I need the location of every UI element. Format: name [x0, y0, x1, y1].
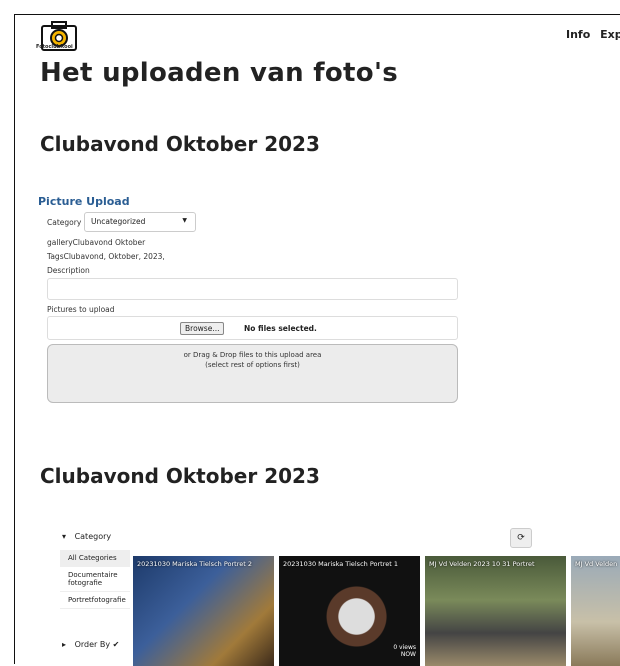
- thumb-caption: MJ Vd Velden: [575, 560, 618, 568]
- drop-zone[interactable]: or Drag & Drop files to this upload area…: [47, 344, 458, 403]
- caret-right-icon: ▸: [62, 640, 67, 649]
- thumb-views: 0 views NOW: [393, 644, 416, 658]
- chevron-down-icon: ▼: [182, 217, 187, 224]
- section-title-1: Clubavond Oktober 2023: [40, 132, 320, 156]
- logo-text: FotoclubRooi: [36, 44, 73, 50]
- description-input[interactable]: [47, 278, 458, 300]
- category-select[interactable]: Uncategorized ▼: [84, 212, 196, 232]
- order-by-toggle[interactable]: ▸ Order By ✔: [62, 640, 119, 649]
- gallery-thumb[interactable]: 20231030 Mariska Tielsch Portret 1 0 vie…: [279, 556, 420, 666]
- refresh-icon[interactable]: ⟳: [510, 528, 532, 548]
- nav-item-exp[interactable]: Exp: [600, 28, 620, 41]
- category-toggle[interactable]: ▾ Category: [62, 532, 111, 541]
- no-files-text: No files selected.: [244, 324, 317, 333]
- thumb-caption: 20231030 Mariska Tielsch Portret 2: [137, 560, 252, 568]
- order-by-label: Order By ✔: [74, 640, 120, 649]
- drop-line-2: (select rest of options first): [205, 361, 300, 369]
- category-documentaire[interactable]: Documentaire fotografie: [60, 567, 130, 592]
- category-value: Uncategorized: [91, 217, 146, 226]
- gallery-thumb[interactable]: 20231030 Mariska Tielsch Portret 2: [133, 556, 274, 666]
- description-label: Description: [47, 266, 90, 275]
- section-title-2: Clubavond Oktober 2023: [40, 464, 320, 488]
- drop-line-1: or Drag & Drop files to this upload area: [183, 351, 322, 359]
- category-all[interactable]: All Categories: [60, 550, 130, 567]
- gallery-line: galleryClubavond Oktober: [47, 238, 146, 247]
- browse-button[interactable]: Browse...: [180, 322, 225, 335]
- thumb-caption: MJ Vd Velden 2023 10 31 Portret: [429, 560, 535, 568]
- gallery-thumb[interactable]: MJ Vd Velden: [571, 556, 620, 666]
- thumb-caption: 20231030 Mariska Tielsch Portret 1: [283, 560, 398, 568]
- nav-item-info[interactable]: Info: [566, 28, 590, 41]
- category-header-label: Category: [74, 532, 112, 541]
- category-list: All Categories Documentaire fotografie P…: [60, 550, 130, 609]
- tags-line: TagsClubavond, Oktober, 2023,: [47, 252, 165, 261]
- gallery-thumb[interactable]: MJ Vd Velden 2023 10 31 Portret: [425, 556, 566, 666]
- category-label: Category: [47, 218, 82, 227]
- category-portret[interactable]: Portretfotografie: [60, 592, 130, 609]
- picture-upload-title: Picture Upload: [38, 195, 130, 208]
- page-title: Het uploaden van foto's: [40, 58, 398, 88]
- pictures-label: Pictures to upload: [47, 305, 115, 314]
- top-nav: Info Exp: [566, 28, 620, 41]
- caret-down-icon: ▾: [62, 532, 67, 541]
